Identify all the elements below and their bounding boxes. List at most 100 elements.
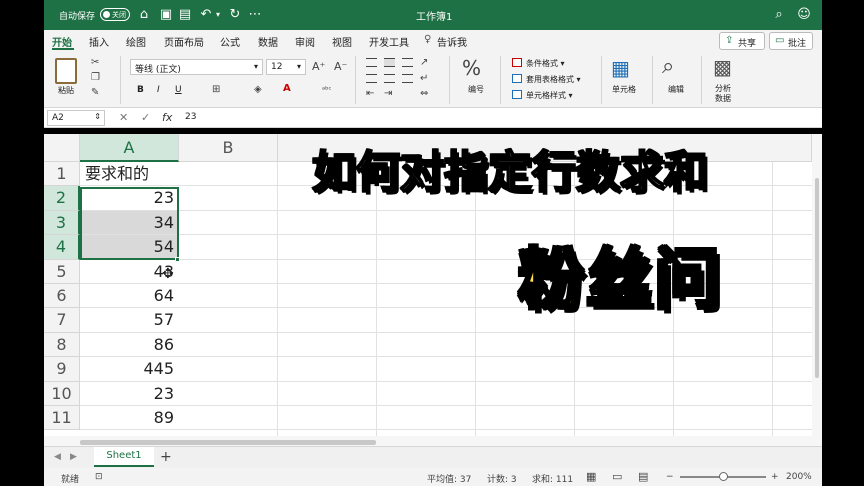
enter-icon[interactable]: ✓ [141,111,150,124]
search-icon[interactable]: ⌕ [771,7,787,23]
vertical-scroll-thumb[interactable] [815,178,819,378]
paste-icon[interactable] [55,58,77,84]
horizontal-scroll-thumb[interactable] [80,440,376,445]
column-header-a[interactable]: A [80,134,179,162]
increase-font-icon[interactable]: A⁺ [312,60,325,73]
percent-icon[interactable]: % [462,56,481,80]
tab-review[interactable]: 审阅 [295,34,315,49]
cell-a1[interactable]: 要求和的 [81,162,178,185]
tab-formulas[interactable]: 公式 [220,34,240,49]
format-painter-icon[interactable]: ✎ [91,87,99,98]
row-header[interactable]: 4 [44,235,80,260]
row-header[interactable]: 7 [44,308,80,333]
tab-developer[interactable]: 开发工具 [369,34,409,49]
cancel-icon[interactable]: ✕ [119,111,128,124]
cell-a11[interactable]: 89 [81,406,178,429]
next-sheet-icon[interactable]: ▶ [70,452,77,462]
row-header[interactable]: 10 [44,381,80,406]
font-name-select[interactable]: 等线 (正文) ▾ [130,59,263,75]
tab-page-layout[interactable]: 页面布局 [164,34,204,49]
vertical-scrollbar[interactable] [812,134,822,436]
sheet-tab-sheet1[interactable]: Sheet1 [94,447,154,467]
row-header[interactable]: 3 [44,210,80,236]
align-right-icon[interactable] [402,74,413,83]
decrease-indent-icon[interactable]: ⇤ [366,88,374,99]
select-all-corner[interactable] [44,134,80,162]
zoom-in-icon[interactable]: + [771,472,779,482]
cell-a6[interactable]: 64 [81,284,178,307]
bold-button[interactable]: B [137,85,144,95]
row-header[interactable]: 1 [44,162,80,187]
conditional-format-button[interactable]: 条件格式 ▾ [512,58,565,69]
save-icon[interactable]: ▤ [177,7,193,23]
selection-range [80,187,179,260]
redo-icon[interactable]: ↻ [227,7,243,23]
analyze-data-icon[interactable]: ▩ [713,55,732,79]
increase-indent-icon[interactable]: ⇥ [384,88,392,99]
normal-view-icon[interactable]: ▦ [586,470,596,483]
borders-icon[interactable]: ⊞ [212,84,220,95]
cut-icon[interactable]: ✂ [91,57,99,68]
share-label: 共享 [738,39,757,49]
find-icon[interactable]: ⌕ [662,54,674,79]
horizontal-scrollbar[interactable] [44,436,822,446]
row-header[interactable]: 11 [44,406,80,431]
undo-dropdown-icon[interactable]: ▾ [210,7,226,23]
row-header[interactable]: 6 [44,284,80,309]
align-middle-icon[interactable] [384,58,395,67]
decrease-font-icon[interactable]: A⁻ [334,60,347,73]
cell-a10[interactable]: 23 [81,382,178,405]
page-break-view-icon[interactable]: ▤ [638,470,648,483]
align-left-icon[interactable] [366,74,377,83]
phonetic-icon[interactable]: ᵃᵇᶜ [322,85,332,94]
formula-value[interactable]: 23 [185,112,196,122]
tell-me-search[interactable]: 告诉我 [437,34,467,49]
zoom-level[interactable]: 200% [786,472,812,482]
share-button[interactable]: ⇪ 共享 [719,32,765,50]
tab-view[interactable]: 视图 [332,34,352,49]
fill-handle[interactable] [175,257,180,262]
row-header[interactable]: 2 [44,186,80,211]
align-top-icon[interactable] [366,58,377,67]
cells-icon[interactable]: ▦ [611,56,630,80]
column-header-b[interactable]: B [179,134,278,162]
gridline [376,162,377,436]
font-size-select[interactable]: 12 ▾ [266,59,306,75]
autosave-toggle[interactable]: 关闭 [100,8,130,21]
more-icon[interactable]: ⋯ [247,7,263,23]
page-layout-view-icon[interactable]: ▭ [612,470,622,483]
tab-draw[interactable]: 绘图 [126,34,146,49]
underline-button[interactable]: U [175,85,182,95]
comment-button[interactable]: ▭ 批注 [769,32,813,50]
cell-a9[interactable]: 445 [81,357,178,380]
fill-color-icon[interactable]: ◈ [254,84,262,95]
font-color-icon[interactable]: A [283,83,291,94]
name-box[interactable]: A2 ⇕ [47,110,105,126]
align-bottom-icon[interactable] [402,58,413,67]
italic-button[interactable]: I [157,85,160,95]
cell-a7[interactable]: 57 [81,308,178,331]
merge-cells-icon[interactable]: ⇔ [420,88,428,99]
accessibility-icon[interactable]: ⊡ [95,472,103,482]
align-center-icon[interactable] [384,74,395,83]
table-format-button[interactable]: 套用表格格式 ▾ [512,74,581,85]
cell-style-button[interactable]: 单元格样式 ▾ [512,90,573,101]
home-icon[interactable]: ⌂ [136,7,152,23]
zoom-out-icon[interactable]: − [666,472,674,482]
copy-icon[interactable]: ❐ [91,72,100,83]
tab-insert[interactable]: 插入 [89,34,109,49]
orientation-icon[interactable]: ↗ [420,57,428,68]
wrap-text-icon[interactable]: ↵ [420,73,428,84]
row-header[interactable]: 5 [44,259,80,284]
image-icon[interactable]: ▣ [158,7,174,23]
prev-sheet-icon[interactable]: ◀ [54,452,61,462]
zoom-slider-knob[interactable] [719,472,728,481]
account-icon[interactable]: ☺ [796,7,812,23]
cell-a8[interactable]: 86 [81,333,178,356]
function-icon[interactable]: fx [162,111,172,124]
tab-data[interactable]: 数据 [258,34,278,49]
add-sheet-button[interactable]: + [160,449,172,465]
row-header[interactable]: 9 [44,357,80,382]
tab-home[interactable]: 开始 [52,34,72,49]
row-header[interactable]: 8 [44,332,80,358]
